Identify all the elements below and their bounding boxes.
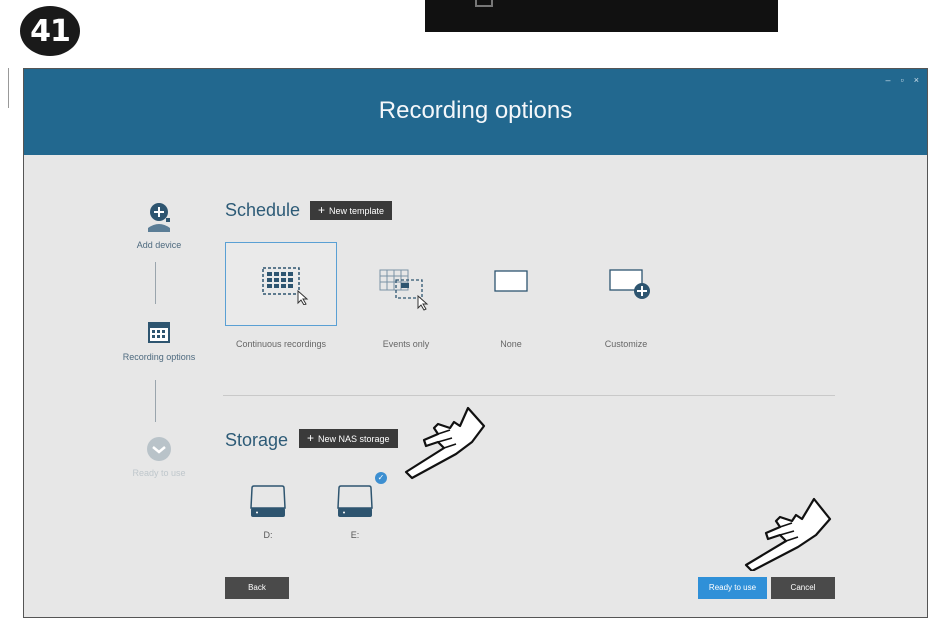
window-controls: – ▫ × — [886, 75, 919, 85]
drive-label: D: — [263, 530, 273, 540]
option-label: None — [500, 339, 522, 349]
minimize-button[interactable]: – — [886, 75, 891, 85]
continuous-grid-icon — [262, 267, 309, 305]
option-label: Continuous recordings — [235, 339, 327, 349]
stepper-connector — [155, 380, 156, 422]
events-grid-icon — [379, 269, 429, 311]
close-button[interactable]: × — [914, 75, 919, 85]
new-nas-storage-button[interactable]: + New NAS storage — [299, 429, 398, 448]
pointing-hand-icon — [404, 406, 486, 480]
hard-drive-icon — [250, 485, 286, 517]
maximize-button[interactable]: ▫ — [901, 75, 904, 85]
storage-drive-e[interactable]: E: — [330, 484, 380, 540]
new-template-button[interactable]: + New template — [310, 201, 393, 220]
storage-drive-d[interactable]: D: — [243, 484, 293, 540]
step-number-badge: 41 — [20, 6, 80, 56]
hard-drive-icon — [337, 485, 373, 517]
back-button[interactable]: Back — [225, 577, 289, 599]
schedule-option-none[interactable]: None — [455, 242, 567, 350]
customize-plus-icon — [609, 269, 650, 299]
step-recording-options[interactable]: Recording options — [104, 320, 214, 362]
step-add-device[interactable]: Add device — [104, 198, 214, 250]
check-circle-icon — [147, 437, 171, 461]
left-edge-fragment — [0, 68, 9, 108]
step-label: Recording options — [122, 352, 196, 362]
step-label: Add device — [136, 240, 182, 250]
step-label: Ready to use — [132, 468, 186, 478]
plus-icon: + — [318, 203, 326, 217]
schedule-option-events-only[interactable]: Events only — [350, 242, 462, 350]
titlebar: Recording options – ▫ × — [24, 69, 927, 155]
blank-rect-icon — [494, 270, 528, 292]
pointing-hand-icon — [744, 497, 832, 571]
top-dark-panel — [425, 0, 778, 32]
step-ready-to-use: Ready to use — [104, 436, 214, 478]
selected-check-icon: ✓ — [375, 472, 387, 484]
cancel-button[interactable]: Cancel — [771, 577, 835, 599]
option-label: Events only — [382, 339, 430, 349]
schedule-option-continuous[interactable]: Continuous recordings — [225, 242, 337, 350]
tray-icon — [475, 0, 493, 7]
section-divider — [223, 395, 835, 396]
ready-to-use-button[interactable]: Ready to use — [698, 577, 767, 599]
drive-label: E: — [350, 530, 360, 540]
schedule-option-customize[interactable]: Customize — [570, 242, 682, 350]
add-device-icon — [148, 203, 170, 232]
stepper-connector — [155, 262, 156, 304]
calendar-icon — [148, 322, 170, 343]
plus-icon: + — [307, 431, 315, 445]
schedule-title: Schedule — [225, 200, 301, 220]
option-label: Customize — [604, 339, 648, 349]
window-title: Recording options — [378, 97, 573, 124]
storage-title: Storage — [225, 430, 289, 450]
